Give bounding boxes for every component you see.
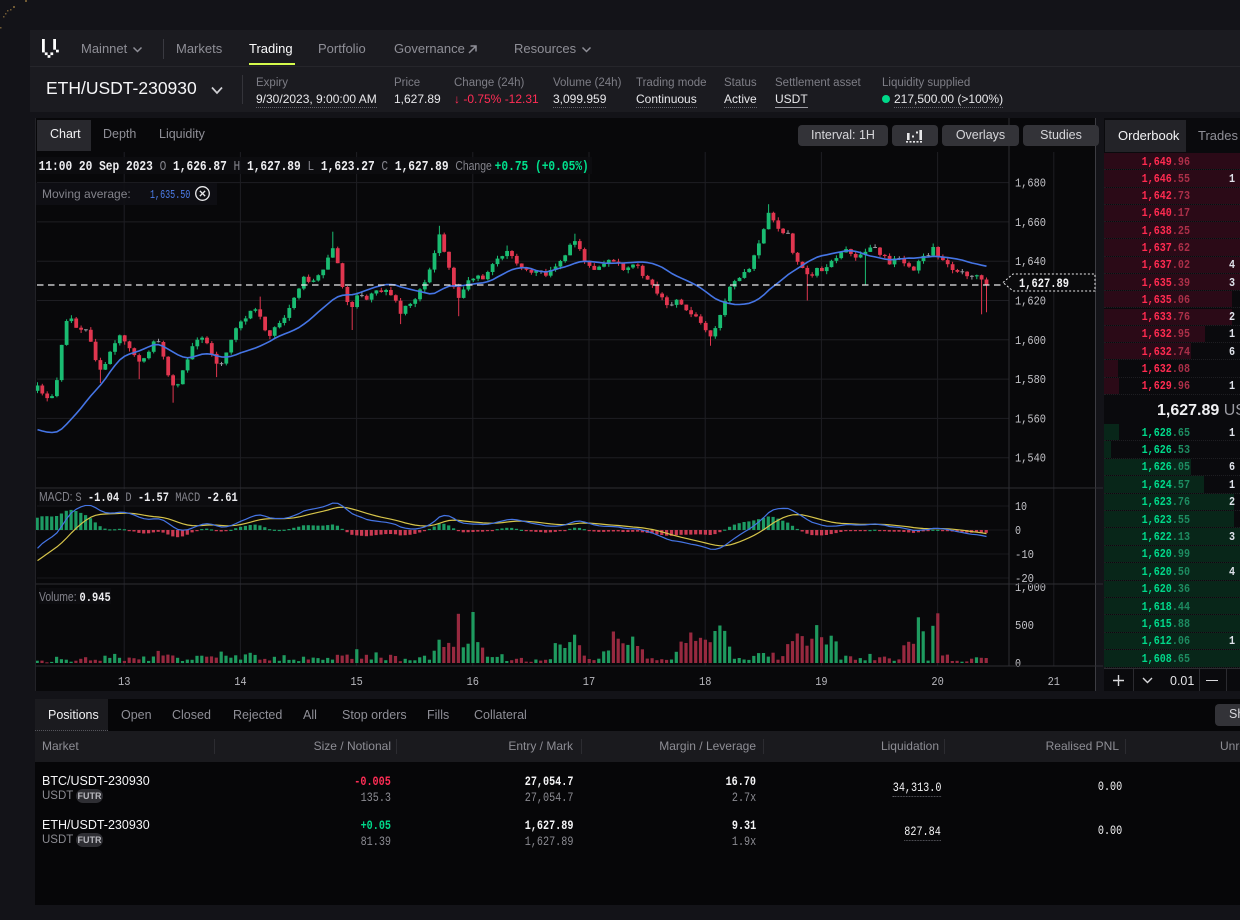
svg-text:18: 18 (699, 675, 711, 689)
svg-text:16: 16 (467, 675, 479, 689)
svg-text:13: 13 (118, 675, 130, 689)
svg-text:20: 20 (931, 675, 943, 689)
svg-text:17: 17 (583, 675, 595, 689)
svg-text:14: 14 (234, 675, 246, 689)
svg-text:1,627.89: 1,627.89 (1019, 276, 1069, 291)
svg-text:500: 500 (1015, 619, 1034, 633)
svg-text:19: 19 (815, 675, 827, 689)
svg-text:21: 21 (1048, 675, 1060, 689)
svg-text:1,600: 1,600 (1015, 334, 1046, 348)
svg-text:1,620: 1,620 (1015, 295, 1046, 309)
svg-text:0: 0 (1015, 657, 1021, 671)
svg-text:1,660: 1,660 (1015, 216, 1046, 230)
svg-text:15: 15 (350, 675, 362, 689)
svg-text:1,680: 1,680 (1015, 177, 1046, 191)
svg-text:10: 10 (1015, 500, 1027, 514)
svg-text:1,580: 1,580 (1015, 373, 1046, 387)
svg-text:1,560: 1,560 (1015, 412, 1046, 426)
svg-text:1,540: 1,540 (1015, 452, 1046, 466)
svg-text:1,000: 1,000 (1015, 581, 1046, 595)
svg-text:1,640: 1,640 (1015, 255, 1046, 269)
svg-text:-10: -10 (1015, 548, 1034, 562)
svg-text:0: 0 (1015, 524, 1021, 538)
